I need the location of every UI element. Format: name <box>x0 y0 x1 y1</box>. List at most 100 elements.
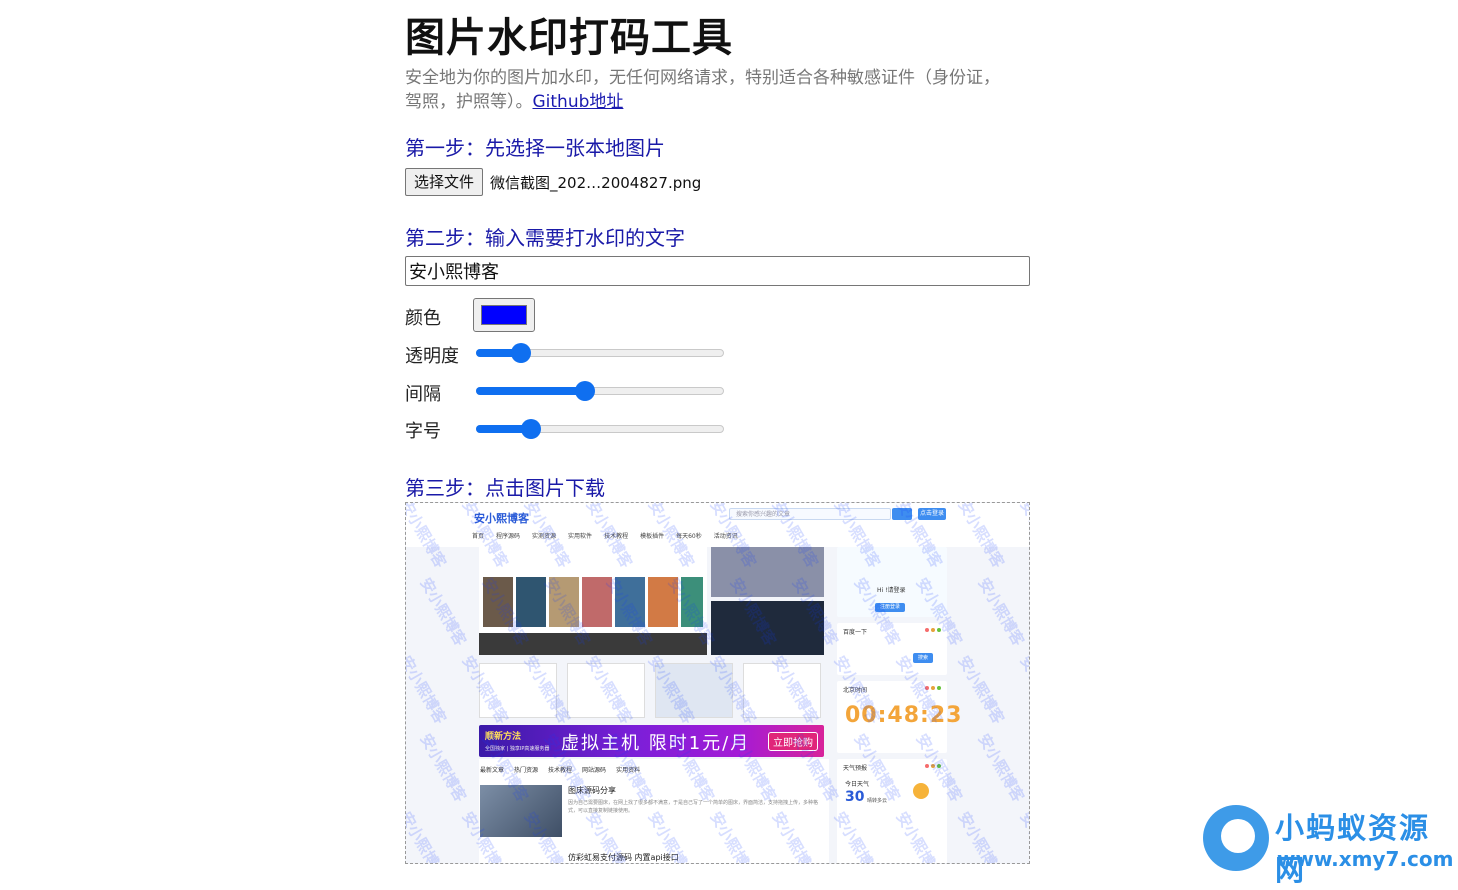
preview-weather-label: 今日天气 <box>845 781 870 788</box>
spacing-slider[interactable] <box>476 381 724 401</box>
watermark-text: 安小熙博客 <box>416 574 470 649</box>
watermarked-image-preview[interactable]: 安小熙博客 搜索你感兴趣的文章 点击登录 首页 程序源码 实测资源 实用软件 技… <box>405 502 1030 864</box>
opacity-slider[interactable] <box>476 343 724 363</box>
preview-article-desc: 因为自己需要图床，在网上找了很多都不满意，于是自己写了一个简单的图床，界面简洁，… <box>568 800 819 814</box>
preview-clock: 00:48:23 <box>845 703 963 728</box>
color-picker-fill <box>481 305 527 325</box>
preview-weather-unit: 晴转多云 <box>867 798 888 804</box>
watermark-text: 安小熙博客 <box>974 574 1028 649</box>
preview-tab: 网站源码 <box>582 767 607 774</box>
preview-article-image <box>480 785 562 837</box>
slider-thumb[interactable] <box>575 381 596 401</box>
spacing-label: 间隔 <box>405 384 441 405</box>
preview-featured-block <box>479 547 707 655</box>
preview-tab: 最新文章 <box>480 767 505 774</box>
preview-nav-item: 活动资讯 <box>713 533 738 540</box>
preview-tab: 热门资源 <box>514 767 539 774</box>
watermark-text: 安小熙博客 <box>416 730 470 805</box>
corner-logo-url: www.xmy7.com <box>1277 847 1454 871</box>
preview-card <box>567 663 645 718</box>
preview-article2-title: 仿彩虹易支付源码 内置api接口 <box>568 853 679 862</box>
preview-card <box>655 663 733 718</box>
selected-file-name: 微信截图_202…2004827.png <box>490 173 702 192</box>
color-label: 颜色 <box>405 308 441 329</box>
preview-banner-button: 立即抢购 <box>768 732 818 751</box>
step3-label: 第三步：点击图片下载 <box>405 476 605 500</box>
opacity-label: 透明度 <box>405 346 459 367</box>
watermark-text-input[interactable] <box>405 256 1030 286</box>
preview-dots <box>925 628 941 632</box>
preview-tab: 技术教程 <box>548 767 573 774</box>
preview-card <box>479 663 557 718</box>
preview-nav-item: 实测资源 <box>532 533 557 540</box>
preview-nav-item: 首页 <box>472 533 485 540</box>
preview-side-search-title: 百度一下 <box>843 629 868 636</box>
preview-poster <box>582 577 612 627</box>
subtitle-text-1: 安全地为你的图片加水印，无任何网络请求，特别适合各种敏感证件（身份证， <box>405 68 1000 88</box>
preview-banner-sub: 全国独家 | 独享IP高速服务器 <box>485 746 550 752</box>
preview-tabs: 最新文章 热门资源 技术教程 网站源码 实用资料 <box>480 765 640 774</box>
preview-poster <box>516 577 546 627</box>
sun-icon <box>913 783 929 799</box>
preview-side-search-button: 搜索 <box>913 653 933 663</box>
preview-nav-item: 模板插件 <box>640 533 665 540</box>
preview-featured-caption <box>479 633 707 655</box>
watermark-text: 安小熙博客 <box>405 652 450 727</box>
preview-side-login-button: 注册登录 <box>875 603 905 612</box>
preview-weather-temp: 30 <box>845 789 865 805</box>
preview-nav-item: 每天60秒 <box>676 533 702 540</box>
color-picker[interactable] <box>473 298 535 332</box>
preview-login-button: 点击登录 <box>918 508 946 520</box>
preview-side-weather: 天气预报 今日天气 30 晴转多云 <box>837 759 947 863</box>
preview-side-clock-title: 北京时间 <box>843 687 868 694</box>
preview-dots <box>925 686 941 690</box>
preview-tab: 实用资料 <box>616 767 641 774</box>
preview-dots <box>925 764 941 768</box>
preview-side-search: 百度一下 搜索 <box>837 623 947 675</box>
page-subtitle: 安全地为你的图片加水印，无任何网络请求，特别适合各种敏感证件（身份证， 驾照，护… <box>405 66 1030 114</box>
file-picker: 选择文件 微信截图_202…2004827.png <box>405 168 701 196</box>
preview-side-welcome-text: Hi !请登录 <box>877 587 906 594</box>
page-title: 图片水印打码工具 <box>405 15 733 61</box>
preview-nav-item: 技术教程 <box>604 533 629 540</box>
preview-thumb-top <box>711 547 824 597</box>
preview-poster <box>615 577 645 627</box>
preview-nav-item: 实用软件 <box>568 533 593 540</box>
ant-logo-icon <box>1203 805 1269 871</box>
slider-thumb[interactable] <box>510 343 531 363</box>
preview-site-nav: 首页 程序源码 实测资源 实用软件 技术教程 模板插件 每天60秒 活动资讯 <box>472 531 738 540</box>
preview-nav-item: 程序源码 <box>496 533 521 540</box>
preview-poster <box>681 577 703 627</box>
watermark-text: 安小熙博客 <box>1016 808 1030 864</box>
preview-side-weather-title: 天气预报 <box>843 765 868 772</box>
github-link[interactable]: Github地址 <box>533 92 624 112</box>
preview-side-welcome: Hi !请登录 注册登录 <box>837 547 947 617</box>
preview-poster <box>483 577 513 627</box>
preview-search-icon <box>892 508 912 520</box>
watermark-text: 安小熙博客 <box>974 730 1028 805</box>
app-container: 图片水印打码工具 安全地为你的图片加水印，无任何网络请求，特别适合各种敏感证件（… <box>405 12 1030 864</box>
watermark-text: 安小熙博客 <box>405 808 450 864</box>
preview-banner-brand: 顺新方法 <box>485 732 522 742</box>
step2-label: 第二步：输入需要打水印的文字 <box>405 226 685 250</box>
subtitle-text-2: 驾照，护照等）。 <box>405 92 533 112</box>
preview-side-clock: 北京时间 00:48:23 <box>837 681 961 753</box>
preview-thumb-bottom <box>711 601 824 655</box>
preview-banner-text: 虚拟主机 限时1元/月 <box>561 733 751 754</box>
preview-site-header: 安小熙博客 搜索你感兴趣的文章 点击登录 首页 程序源码 实测资源 实用软件 技… <box>406 503 1029 547</box>
choose-file-button[interactable]: 选择文件 <box>405 168 484 196</box>
preview-site-logo: 安小熙博客 <box>474 512 529 525</box>
watermark-text: 安小熙博客 <box>1016 652 1030 727</box>
corner-site-logo: 小蚂蚁资源网 www.xmy7.com <box>1203 803 1455 887</box>
fontsize-label: 字号 <box>405 421 441 442</box>
fontsize-slider[interactable] <box>476 419 724 439</box>
preview-poster <box>648 577 678 627</box>
preview-poster <box>549 577 579 627</box>
slider-fill <box>476 387 586 395</box>
preview-ad-banner: 顺新方法 全国独家 | 独享IP高速服务器 虚拟主机 限时1元/月 立即抢购 <box>479 725 824 757</box>
preview-site-search: 搜索你感兴趣的文章 <box>729 508 891 520</box>
preview-article-title: 图床源码分享 <box>568 786 616 795</box>
watermark-text: 安小熙博客 <box>954 808 1008 864</box>
step1-label: 第一步：先选择一张本地图片 <box>405 136 665 160</box>
slider-thumb[interactable] <box>520 419 541 439</box>
